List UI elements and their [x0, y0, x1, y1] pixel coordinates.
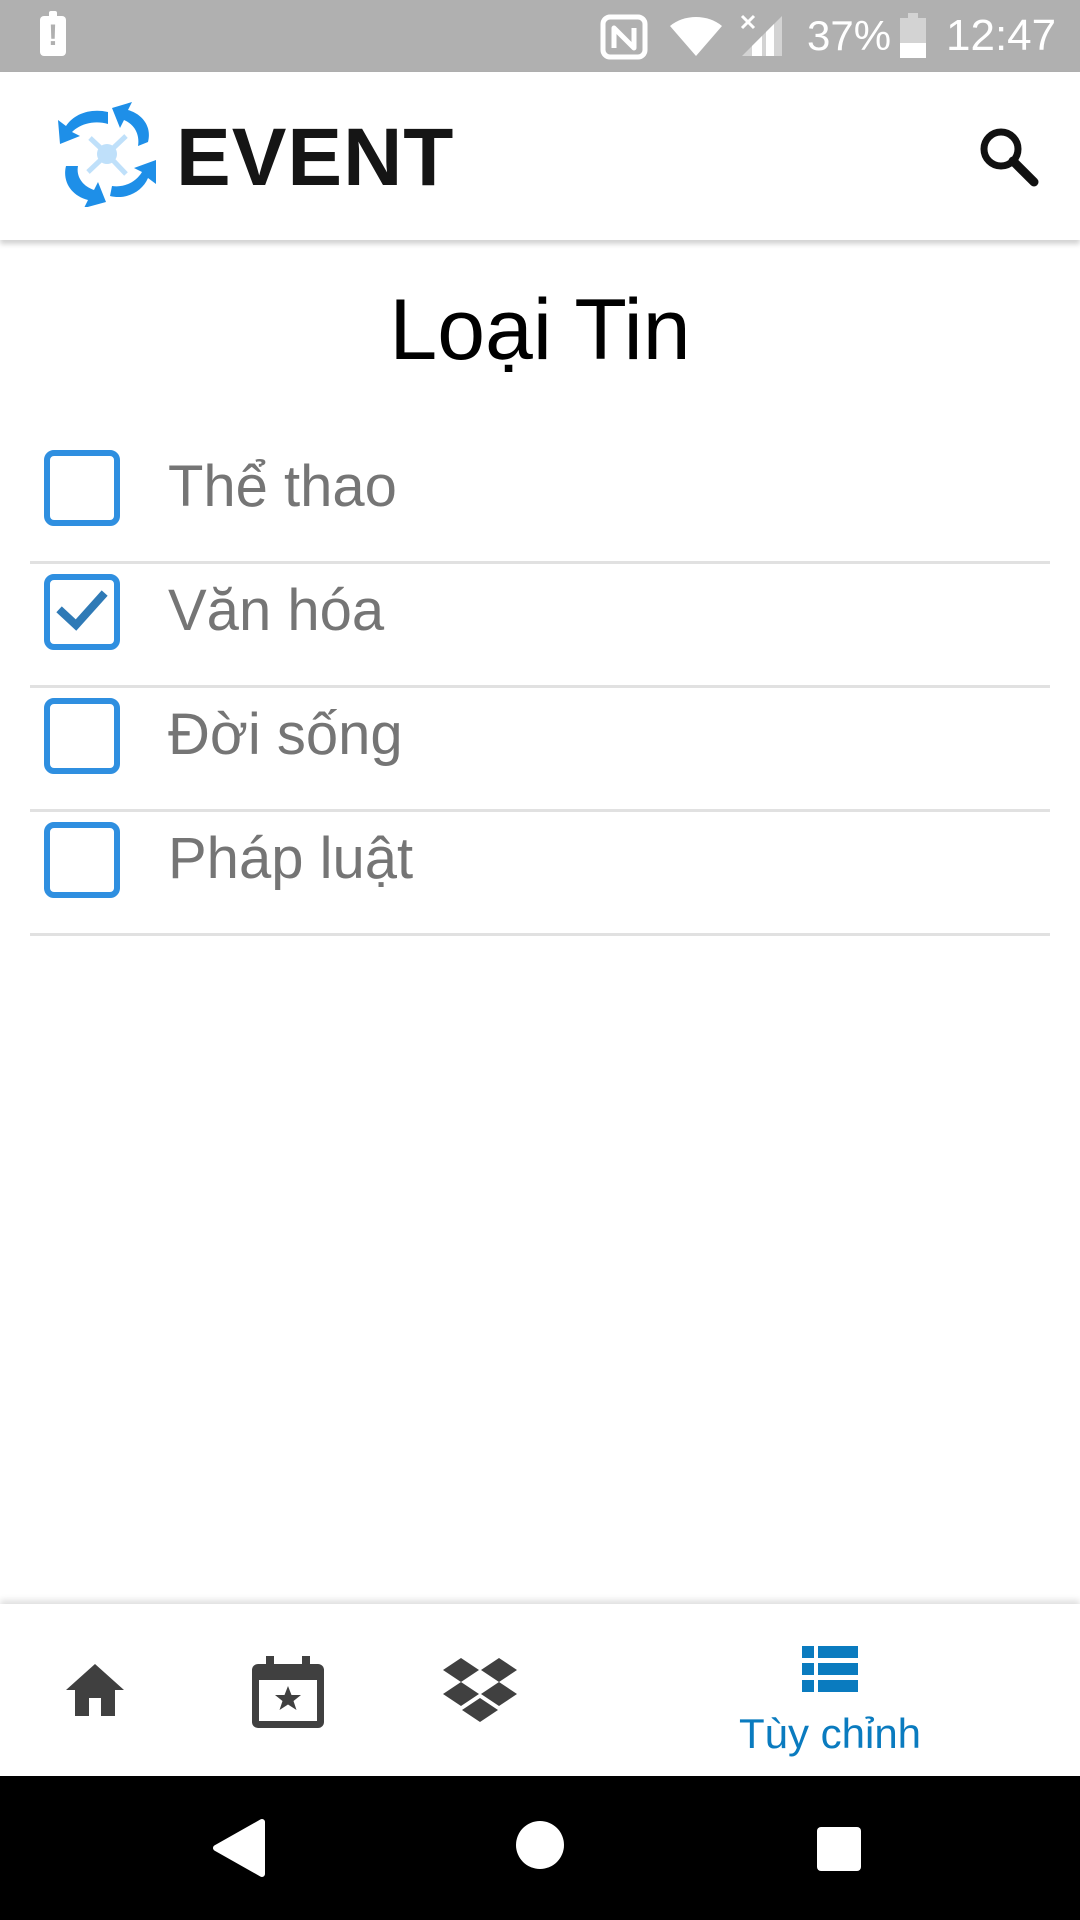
- option-row-phap-luat[interactable]: Pháp luật: [30, 812, 1050, 936]
- calendar-star-icon: [252, 1656, 324, 1728]
- checkmark-icon: [56, 590, 108, 631]
- checkbox[interactable]: [44, 698, 120, 774]
- battery-percentage: 37%: [807, 12, 892, 59]
- nav-item-dropbox[interactable]: [415, 1604, 545, 1776]
- dropbox-icon: [443, 1658, 517, 1722]
- home-button-icon[interactable]: [515, 1820, 565, 1870]
- option-row-van-hoa[interactable]: Văn hóa: [30, 564, 1050, 688]
- nav-item-home[interactable]: [30, 1604, 160, 1776]
- cellular-signal-icon: [740, 14, 782, 56]
- recent-apps-icon[interactable]: [816, 1826, 862, 1872]
- checkbox-checked[interactable]: [44, 574, 120, 650]
- nav-label-customize: Tùy chỉnh: [738, 1710, 922, 1757]
- option-label: Pháp luật: [168, 826, 414, 891]
- option-label: Văn hóa: [168, 578, 385, 643]
- category-options-list: Thể thao Văn hóa Đời sống Pháp luật: [30, 440, 1050, 936]
- option-row-doi-song[interactable]: Đời sống: [30, 688, 1050, 812]
- option-label: Thể thao: [168, 454, 397, 519]
- status-clock: 12:47: [946, 11, 1057, 60]
- battery-icon: [900, 13, 926, 58]
- list-icon: [802, 1646, 858, 1692]
- battery-alert-icon: [40, 11, 66, 56]
- event-logo-icon[interactable]: [50, 102, 165, 207]
- status-bar: 37% 12:47: [0, 0, 1080, 72]
- back-icon[interactable]: [212, 1818, 266, 1878]
- home-icon: [66, 1664, 124, 1716]
- wifi-icon: [670, 17, 722, 56]
- option-row-the-thao[interactable]: Thể thao: [30, 440, 1050, 564]
- checkbox[interactable]: [44, 822, 120, 898]
- checkbox[interactable]: [44, 450, 120, 526]
- nav-item-customize[interactable]: Tùy chỉnh: [700, 1604, 960, 1776]
- app-logo-text[interactable]: EVENT: [176, 116, 454, 200]
- bottom-navigation: Tùy chỉnh: [0, 1604, 1080, 1776]
- option-label: Đời sống: [168, 702, 403, 767]
- page-title: Loại Tin: [389, 282, 691, 378]
- search-icon[interactable]: [976, 124, 1040, 188]
- system-navigation-bar: [0, 1776, 1080, 1920]
- nav-item-events[interactable]: [225, 1604, 355, 1776]
- nfc-icon: [600, 14, 648, 60]
- app-bar: EVENT: [0, 72, 1080, 240]
